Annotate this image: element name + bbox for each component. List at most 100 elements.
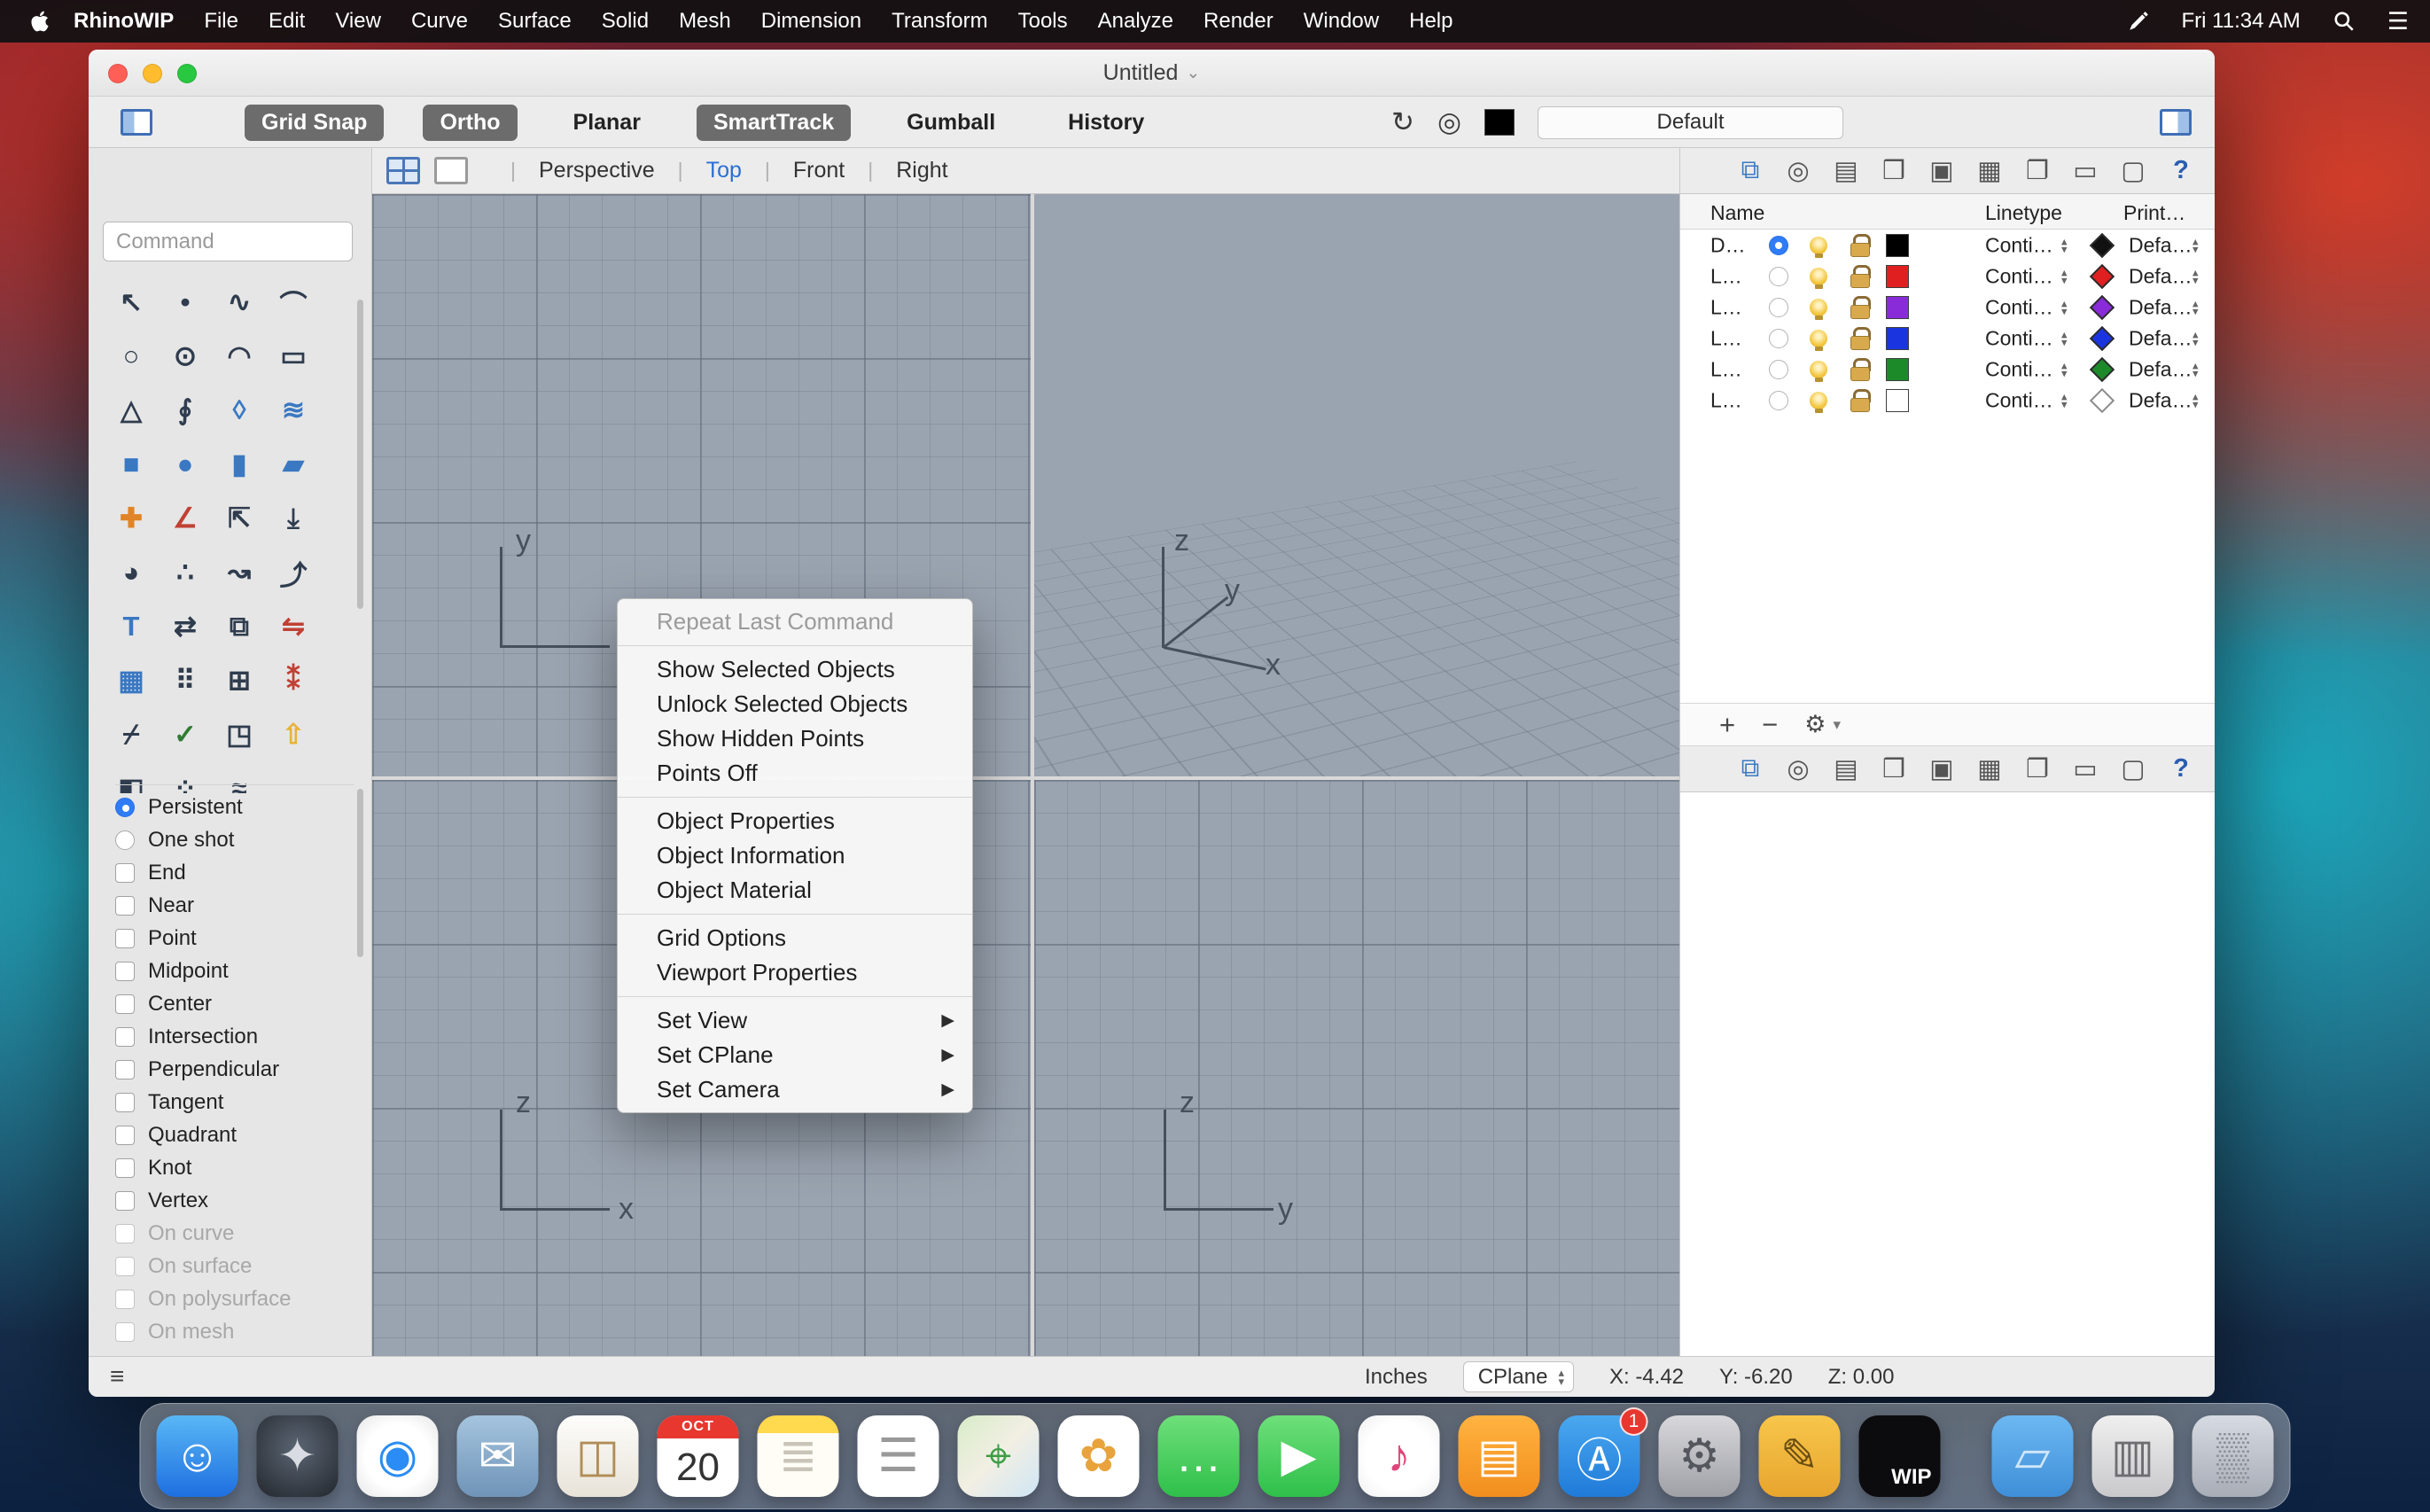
analyze-tool-icon[interactable]: ∠ <box>167 500 204 537</box>
handle-edit-tool-icon[interactable]: ⤴ <box>275 554 312 591</box>
music-dock-icon[interactable]: ♪ <box>1358 1415 1440 1497</box>
print-width-stepper-icon[interactable] <box>2192 268 2199 285</box>
menu-extra-icon[interactable] <box>2127 10 2150 33</box>
archive-dock-icon[interactable]: ▥ <box>2091 1415 2174 1497</box>
menu-item-object-material[interactable]: Object Material <box>618 873 972 908</box>
menu-item-unlock-selected-objects[interactable]: Unlock Selected Objects <box>618 687 972 721</box>
menu-curve[interactable]: Curve <box>396 9 483 34</box>
osnap-end[interactable]: End <box>115 856 354 889</box>
layer-visibility-bulb-icon[interactable] <box>1810 298 1827 320</box>
menu-analyze[interactable]: Analyze <box>1083 9 1188 34</box>
checkbox-point[interactable] <box>115 928 135 948</box>
status-menu-icon[interactable]: ≡ <box>110 1362 124 1391</box>
pages-dock-icon[interactable]: ✎ <box>1758 1415 1841 1497</box>
panel-tab-icon[interactable]: ▭ <box>2070 753 2100 784</box>
print-width-stepper-icon[interactable] <box>2192 330 2199 347</box>
layer-row[interactable]: L… Conti… Defa… <box>1680 323 2215 354</box>
toggle-history[interactable]: History <box>1051 105 1161 141</box>
layer-color-swatch[interactable] <box>1886 326 1909 350</box>
close-button[interactable] <box>108 64 128 83</box>
layer-options-dropdown[interactable]: ⚙ ▾ <box>1804 711 1841 738</box>
rectangle-tool-icon[interactable]: ▭ <box>275 338 312 375</box>
display-tab-icon[interactable]: ▢ <box>2118 155 2148 186</box>
viewport-tab-front[interactable]: Front <box>793 158 845 183</box>
osnap-intersection[interactable]: Intersection <box>115 1020 354 1053</box>
current-layer-radio[interactable] <box>1769 266 1788 286</box>
linetype-stepper-icon[interactable] <box>2061 361 2068 378</box>
radio-one-shot[interactable] <box>115 830 135 850</box>
add-layer-button[interactable]: + <box>1719 709 1735 741</box>
display-tab-icon[interactable]: ▢ <box>2118 753 2148 784</box>
menu-item-set-camera[interactable]: Set Camera ▶ <box>618 1072 972 1107</box>
pages-tab-icon[interactable]: ❐ <box>2022 155 2052 186</box>
checkbox-center[interactable] <box>115 994 135 1014</box>
units-label[interactable]: Inches <box>1365 1365 1428 1390</box>
menu-item-show-hidden-points[interactable]: Show Hidden Points <box>618 721 972 756</box>
toggle-ortho[interactable]: Ortho <box>423 104 518 141</box>
layer-lock-icon[interactable] <box>1849 357 1871 381</box>
osnap-point[interactable]: Point <box>115 922 354 955</box>
help-tab-icon[interactable]: ? <box>2166 156 2196 185</box>
arc-blend-tool-icon[interactable]: ⌒ <box>275 284 312 321</box>
menu-app-name[interactable]: RhinoWIP <box>58 9 189 34</box>
viewport-layout-1-icon[interactable] <box>434 157 468 184</box>
linetype-stepper-icon[interactable] <box>2061 237 2068 254</box>
checkbox-intersection[interactable] <box>115 1026 135 1047</box>
layer-visibility-bulb-icon[interactable] <box>1810 267 1827 289</box>
helix-tool-icon[interactable]: ∮ <box>167 392 204 429</box>
toggle-gumball[interactable]: Gumball <box>890 105 1012 141</box>
books-dock-icon[interactable]: ▤ <box>1458 1415 1540 1497</box>
photos-dock-icon[interactable]: ✿ <box>1057 1415 1140 1497</box>
finder-dock-icon[interactable]: ☺ <box>156 1415 238 1497</box>
print-width-stepper-icon[interactable] <box>2192 361 2199 378</box>
menu-tools[interactable]: Tools <box>1003 9 1083 34</box>
layer-color-swatch[interactable] <box>1886 388 1909 412</box>
properties-tab-icon[interactable]: ◎ <box>1783 155 1813 186</box>
display-mode-dropdown[interactable]: Default <box>1538 105 1844 139</box>
current-layer-radio[interactable] <box>1769 297 1788 317</box>
menu-file[interactable]: File <box>189 9 253 34</box>
select-tool-icon[interactable]: ↖ <box>113 284 150 321</box>
curve-edit-tool-icon[interactable]: ↝ <box>221 554 258 591</box>
zoom-button[interactable] <box>177 64 197 83</box>
layer-color-swatch[interactable] <box>1886 233 1909 257</box>
layer-lock-icon[interactable] <box>1849 295 1871 319</box>
print-width-stepper-icon[interactable] <box>2192 299 2199 316</box>
sphere-tool-icon[interactable]: ● <box>167 446 204 483</box>
layer-material-diamond[interactable] <box>2089 294 2115 320</box>
menu-item-set-cplane[interactable]: Set CPlane ▶ <box>618 1038 972 1072</box>
file-tab-icon[interactable]: ▤ <box>1831 155 1861 186</box>
trim-tool-icon[interactable]: ⌿ <box>113 716 150 753</box>
viewport-perspective[interactable] <box>1034 194 1679 776</box>
menu-solid[interactable]: Solid <box>587 9 664 34</box>
linetype-stepper-icon[interactable] <box>2061 392 2068 409</box>
contacts-dock-icon[interactable]: ◫ <box>557 1415 639 1497</box>
menu-item-viewport-properties[interactable]: Viewport Properties <box>618 955 972 990</box>
point-cloud-tool-icon[interactable]: ∴ <box>167 554 204 591</box>
system-preferences-dock-icon[interactable]: ⚙ <box>1658 1415 1741 1497</box>
menu-transform[interactable]: Transform <box>876 9 1002 34</box>
linetype-stepper-icon[interactable] <box>2061 330 2068 347</box>
column-linetype[interactable]: Linetype <box>1985 201 2062 225</box>
toggle-smarttrack[interactable]: SmartTrack <box>696 104 852 141</box>
menu-surface[interactable]: Surface <box>483 9 587 34</box>
viewport-tab-right[interactable]: Right <box>896 158 947 183</box>
shaded-sphere-tool-icon[interactable]: ◕ <box>113 554 150 591</box>
checkbox-midpoint[interactable] <box>115 961 135 981</box>
layer-row[interactable]: L… Conti… Defa… <box>1680 261 2215 292</box>
snapshot-tab-icon[interactable]: ▣ <box>1927 155 1957 186</box>
menu-item-object-information[interactable]: Object Information <box>618 838 972 873</box>
text-tool-icon[interactable]: T <box>113 608 150 645</box>
viewport-layout-4-icon[interactable] <box>386 157 420 184</box>
viewport-tab-top[interactable]: Top <box>706 158 742 183</box>
current-layer-radio[interactable] <box>1769 390 1788 410</box>
rhino-wip-dock-icon[interactable]: WIP <box>1858 1415 1941 1497</box>
layers-tab-icon[interactable]: ⧉ <box>1735 156 1765 185</box>
menu-item-grid-options[interactable]: Grid Options <box>618 921 972 955</box>
layer-color-swatch[interactable] <box>1886 264 1909 288</box>
menu-item-object-properties[interactable]: Object Properties <box>618 804 972 838</box>
osnap-near[interactable]: Near <box>115 889 354 922</box>
surface-tool-icon[interactable]: ◊ <box>221 392 258 429</box>
extrude-tool-icon[interactable]: ⇧ <box>275 716 312 753</box>
column-name[interactable]: Name <box>1710 201 1764 225</box>
